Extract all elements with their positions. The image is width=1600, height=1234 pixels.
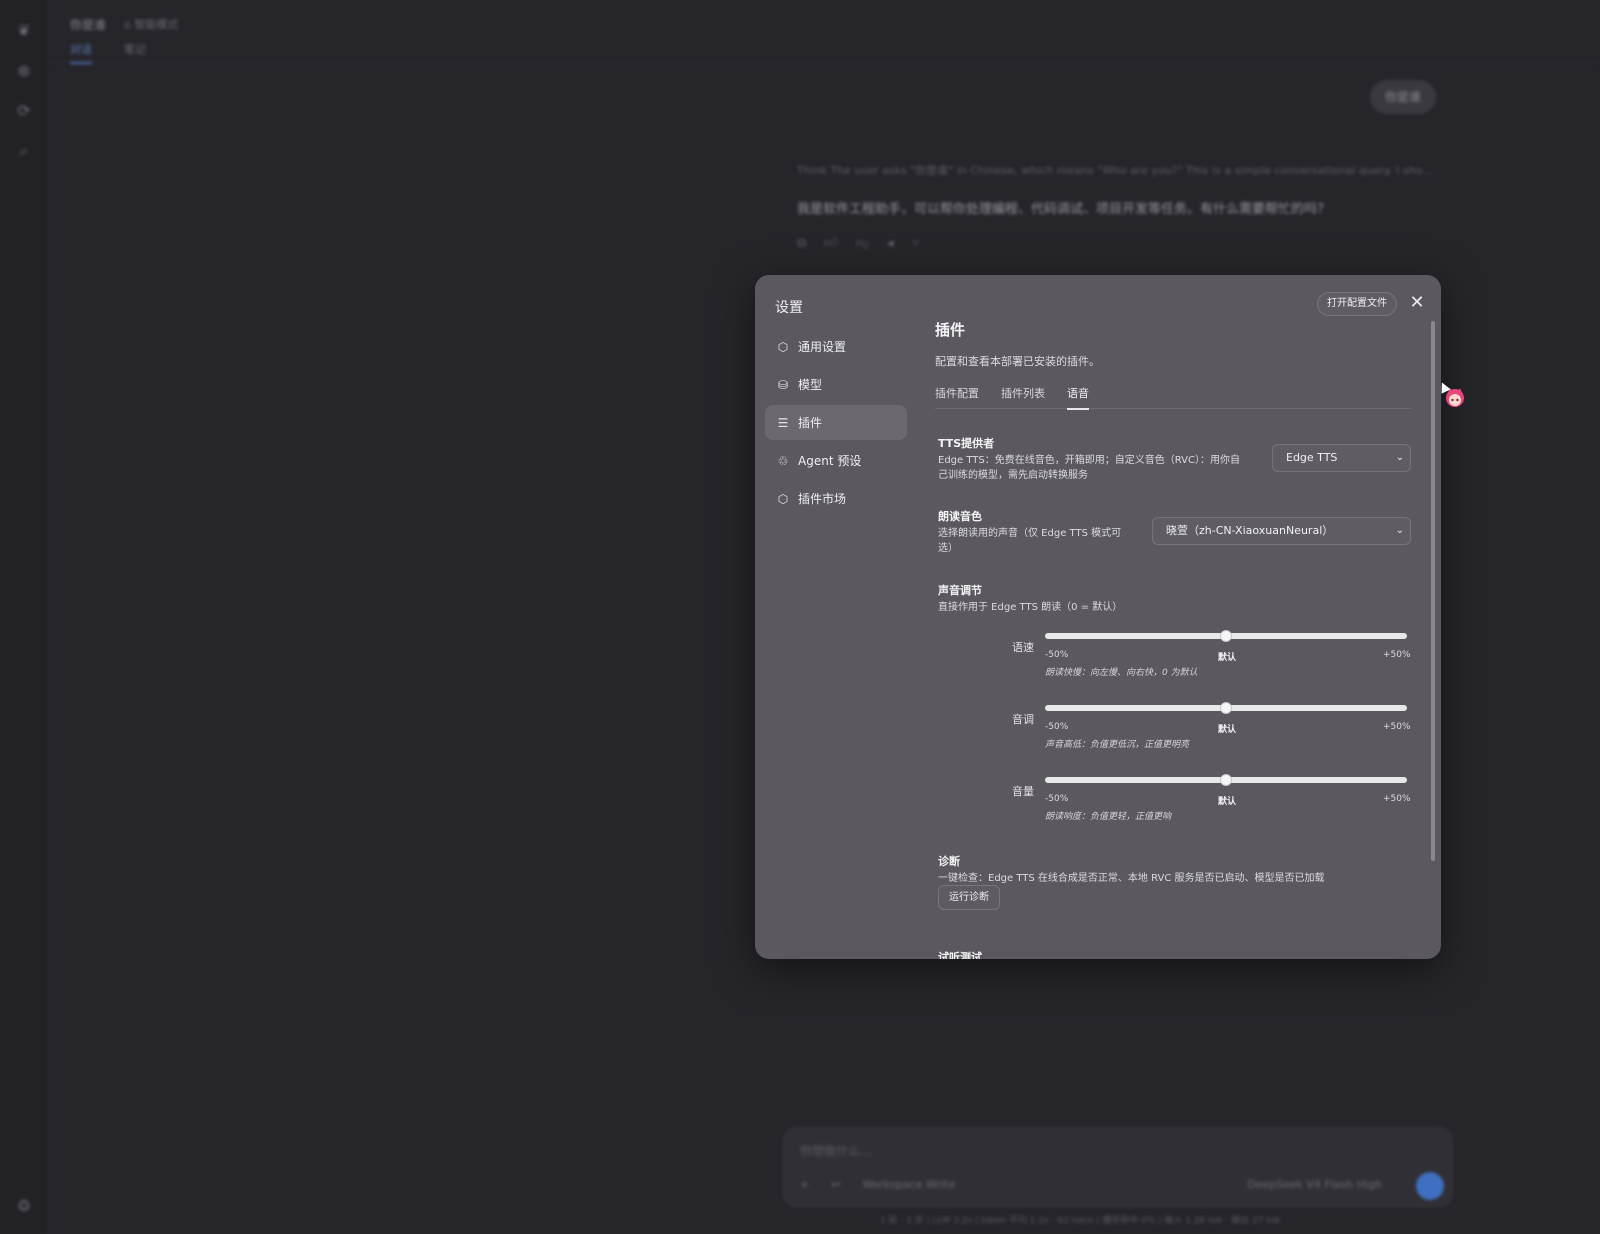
composer-input[interactable]: 你想做什么... <box>800 1142 871 1159</box>
settings-content: 插件 配置和查看本部署已安装的插件。 插件配置 插件列表 语音 TTS提供者 E… <box>935 275 1415 959</box>
slider-label: 语速 <box>1012 641 1034 654</box>
chevron-down-icon: ⌄ <box>1395 452 1404 463</box>
page-subtitle: 配置和查看本部署已安装的插件。 <box>935 355 1100 368</box>
message-actions: ⧉ 👍︎ 👎︎ ◂ ⑂ <box>797 236 919 251</box>
diag-title: 诊断 <box>938 855 960 868</box>
settings-icon[interactable]: ⚙ <box>13 1195 35 1217</box>
tab-plugin-config[interactable]: 插件配置 <box>935 385 979 401</box>
nav-item-models[interactable]: ⛁ 模型 <box>765 367 907 402</box>
slider-thumb[interactable] <box>1220 774 1232 786</box>
new-chat-icon[interactable]: ⊕ <box>13 60 35 82</box>
slider-min-label: -50% <box>1045 794 1069 804</box>
nav-item-plugin-market[interactable]: ⬡ 插件市场 <box>765 481 907 516</box>
slider-label: 音量 <box>1012 785 1034 798</box>
model-selector[interactable]: DeepSeek V4 Flash High <box>1247 1178 1382 1191</box>
diag-desc: 一键检查：Edge TTS 在线合成是否正常、本地 RVC 服务是否已启动、模型… <box>938 873 1325 884</box>
slider-hint: 声音高低：负值更低沉，正值更明亮 <box>1045 740 1190 750</box>
conversation-mode: ⌂ 智能模式 <box>124 18 179 31</box>
gear-icon: ⬡ <box>777 339 789 354</box>
search-icon[interactable]: ⌕ <box>13 140 35 162</box>
trial-title: 试听测试 <box>938 951 982 959</box>
voice-desc-1: 选择朗读用的声音（仅 Edge TTS 模式可 <box>938 528 1122 539</box>
run-diagnostics-button[interactable]: 运行诊断 <box>938 885 1000 910</box>
market-icon: ⬡ <box>777 491 789 506</box>
slider-min-label: -50% <box>1045 650 1069 660</box>
slider-hint: 朗读响度：负值更轻，正值更响 <box>1045 812 1172 822</box>
slider-default-label: 默认 <box>1218 653 1237 663</box>
plugin-tabs: 插件配置 插件列表 语音 <box>935 383 1411 410</box>
slider-max-label: +50% <box>1383 722 1411 732</box>
workspace-selector[interactable]: Workspace Write <box>862 1178 955 1191</box>
tts-provider-select[interactable]: Edge TTS ⌄ <box>1272 444 1411 472</box>
voice-value: 晓萱（zh-CN-XiaoxuanNeural） <box>1166 524 1334 537</box>
slider-hint: 朗读快慢：向左慢、向右快，0 为默认 <box>1045 668 1198 678</box>
database-icon: ⛁ <box>777 377 789 392</box>
slider-min-label: -50% <box>1045 722 1069 732</box>
conversation-title: 你是谁 <box>70 18 107 32</box>
copy-icon[interactable]: ⧉ <box>797 236 806 251</box>
user-message-bubble: 你是谁 <box>1370 80 1436 114</box>
think-summary[interactable]: Think The user asks "你是谁" in Chinese, wh… <box>797 162 1437 178</box>
logo-icon[interactable]: ❦ <box>13 20 35 42</box>
adjust-desc: 直接作用于 Edge TTS 朗读（0 = 默认） <box>938 602 1123 613</box>
tab-voice[interactable]: 语音 <box>1067 385 1089 410</box>
tts-provider-title: TTS提供者 <box>938 437 995 450</box>
nav-item-label: 通用设置 <box>798 340 847 354</box>
voice-select[interactable]: 晓萱（zh-CN-XiaoxuanNeural） ⌄ <box>1152 517 1411 545</box>
history-icon[interactable]: ⟳ <box>13 100 35 122</box>
thumbs-down-icon[interactable]: 👎︎ <box>856 236 869 251</box>
speaker-icon[interactable]: ◂ <box>887 236 894 251</box>
page-title: 插件 <box>935 321 966 339</box>
slider-max-label: +50% <box>1383 794 1411 804</box>
agent-icon: ♲ <box>777 453 789 468</box>
nav-item-agent-presets[interactable]: ♲ Agent 预设 <box>765 443 907 478</box>
voice-title: 朗读音色 <box>938 510 982 523</box>
nav-item-label: Agent 预设 <box>798 454 862 468</box>
modal-scrollbar[interactable] <box>1431 321 1435 861</box>
nav-item-plugins[interactable]: ☰ 插件 <box>765 405 907 440</box>
send-button[interactable] <box>1416 1172 1444 1200</box>
top-bar: 你是谁 ⌂ 智能模式 对话 笔记 <box>48 0 1600 64</box>
plus-icon[interactable]: + <box>800 1178 809 1191</box>
tab-notes[interactable]: 笔记 <box>124 41 146 57</box>
tab-plugin-list[interactable]: 插件列表 <box>1001 385 1045 401</box>
assistant-reply: 我是软件工程助手，可以帮你处理编程、代码调试、项目开发等任务。有什么需要帮忙的吗… <box>797 202 1331 217</box>
settings-nav: ⬡ 通用设置 ⛁ 模型 ☰ 插件 ♲ Agent 预设 ⬡ 插件市场 <box>765 329 907 519</box>
nav-item-label: 插件 <box>798 416 823 430</box>
slider-label: 音调 <box>1012 713 1034 726</box>
thumbs-up-icon[interactable]: 👍︎ <box>824 236 838 251</box>
adjust-title: 声音调节 <box>938 584 982 597</box>
composer-tools: + ↩ Workspace Write <box>800 1178 955 1191</box>
left-rail: ❦ ⊕ ⟳ ⌕ ⚙ <box>0 0 48 1234</box>
slider-track[interactable] <box>1045 702 1407 714</box>
tts-provider-desc-1: Edge TTS：免费在线音色，开箱即用；自定义音色（RVC）：用你自 <box>938 455 1240 466</box>
slider-default-label: 默认 <box>1218 797 1237 807</box>
slider-track[interactable] <box>1045 630 1407 642</box>
branch-icon[interactable]: ⑂ <box>912 236 920 251</box>
modal-title: 设置 <box>775 300 803 316</box>
status-line: 1 轮 · 1 步 | LLM 3.2s | token 平均 1.2s · 6… <box>880 1216 1281 1226</box>
tts-provider-desc-2: 己训练的模型，需先启动转换服务 <box>938 470 1088 481</box>
composer: 你想做什么... + ↩ Workspace Write DeepSeek V4… <box>783 1127 1453 1207</box>
sliders-icon: ☰ <box>777 415 789 430</box>
nav-item-label: 插件市场 <box>798 492 847 506</box>
slider-thumb[interactable] <box>1220 702 1232 714</box>
chevron-down-icon: ⌄ <box>1395 525 1404 536</box>
settings-modal: 设置 打开配置文件 ✕ ⬡ 通用设置 ⛁ 模型 ☰ 插件 ♲ Agent 预设 … <box>755 275 1441 959</box>
nav-item-label: 模型 <box>798 378 823 392</box>
back-icon[interactable]: ↩ <box>831 1178 840 1191</box>
voice-desc-2: 选） <box>938 543 958 554</box>
slider-max-label: +50% <box>1383 650 1411 660</box>
slider-thumb[interactable] <box>1220 630 1232 642</box>
tab-chat[interactable]: 对话 <box>70 41 92 64</box>
nav-item-general[interactable]: ⬡ 通用设置 <box>765 329 907 364</box>
tts-provider-value: Edge TTS <box>1286 451 1338 464</box>
slider-track[interactable] <box>1045 774 1407 786</box>
slider-default-label: 默认 <box>1218 725 1237 735</box>
